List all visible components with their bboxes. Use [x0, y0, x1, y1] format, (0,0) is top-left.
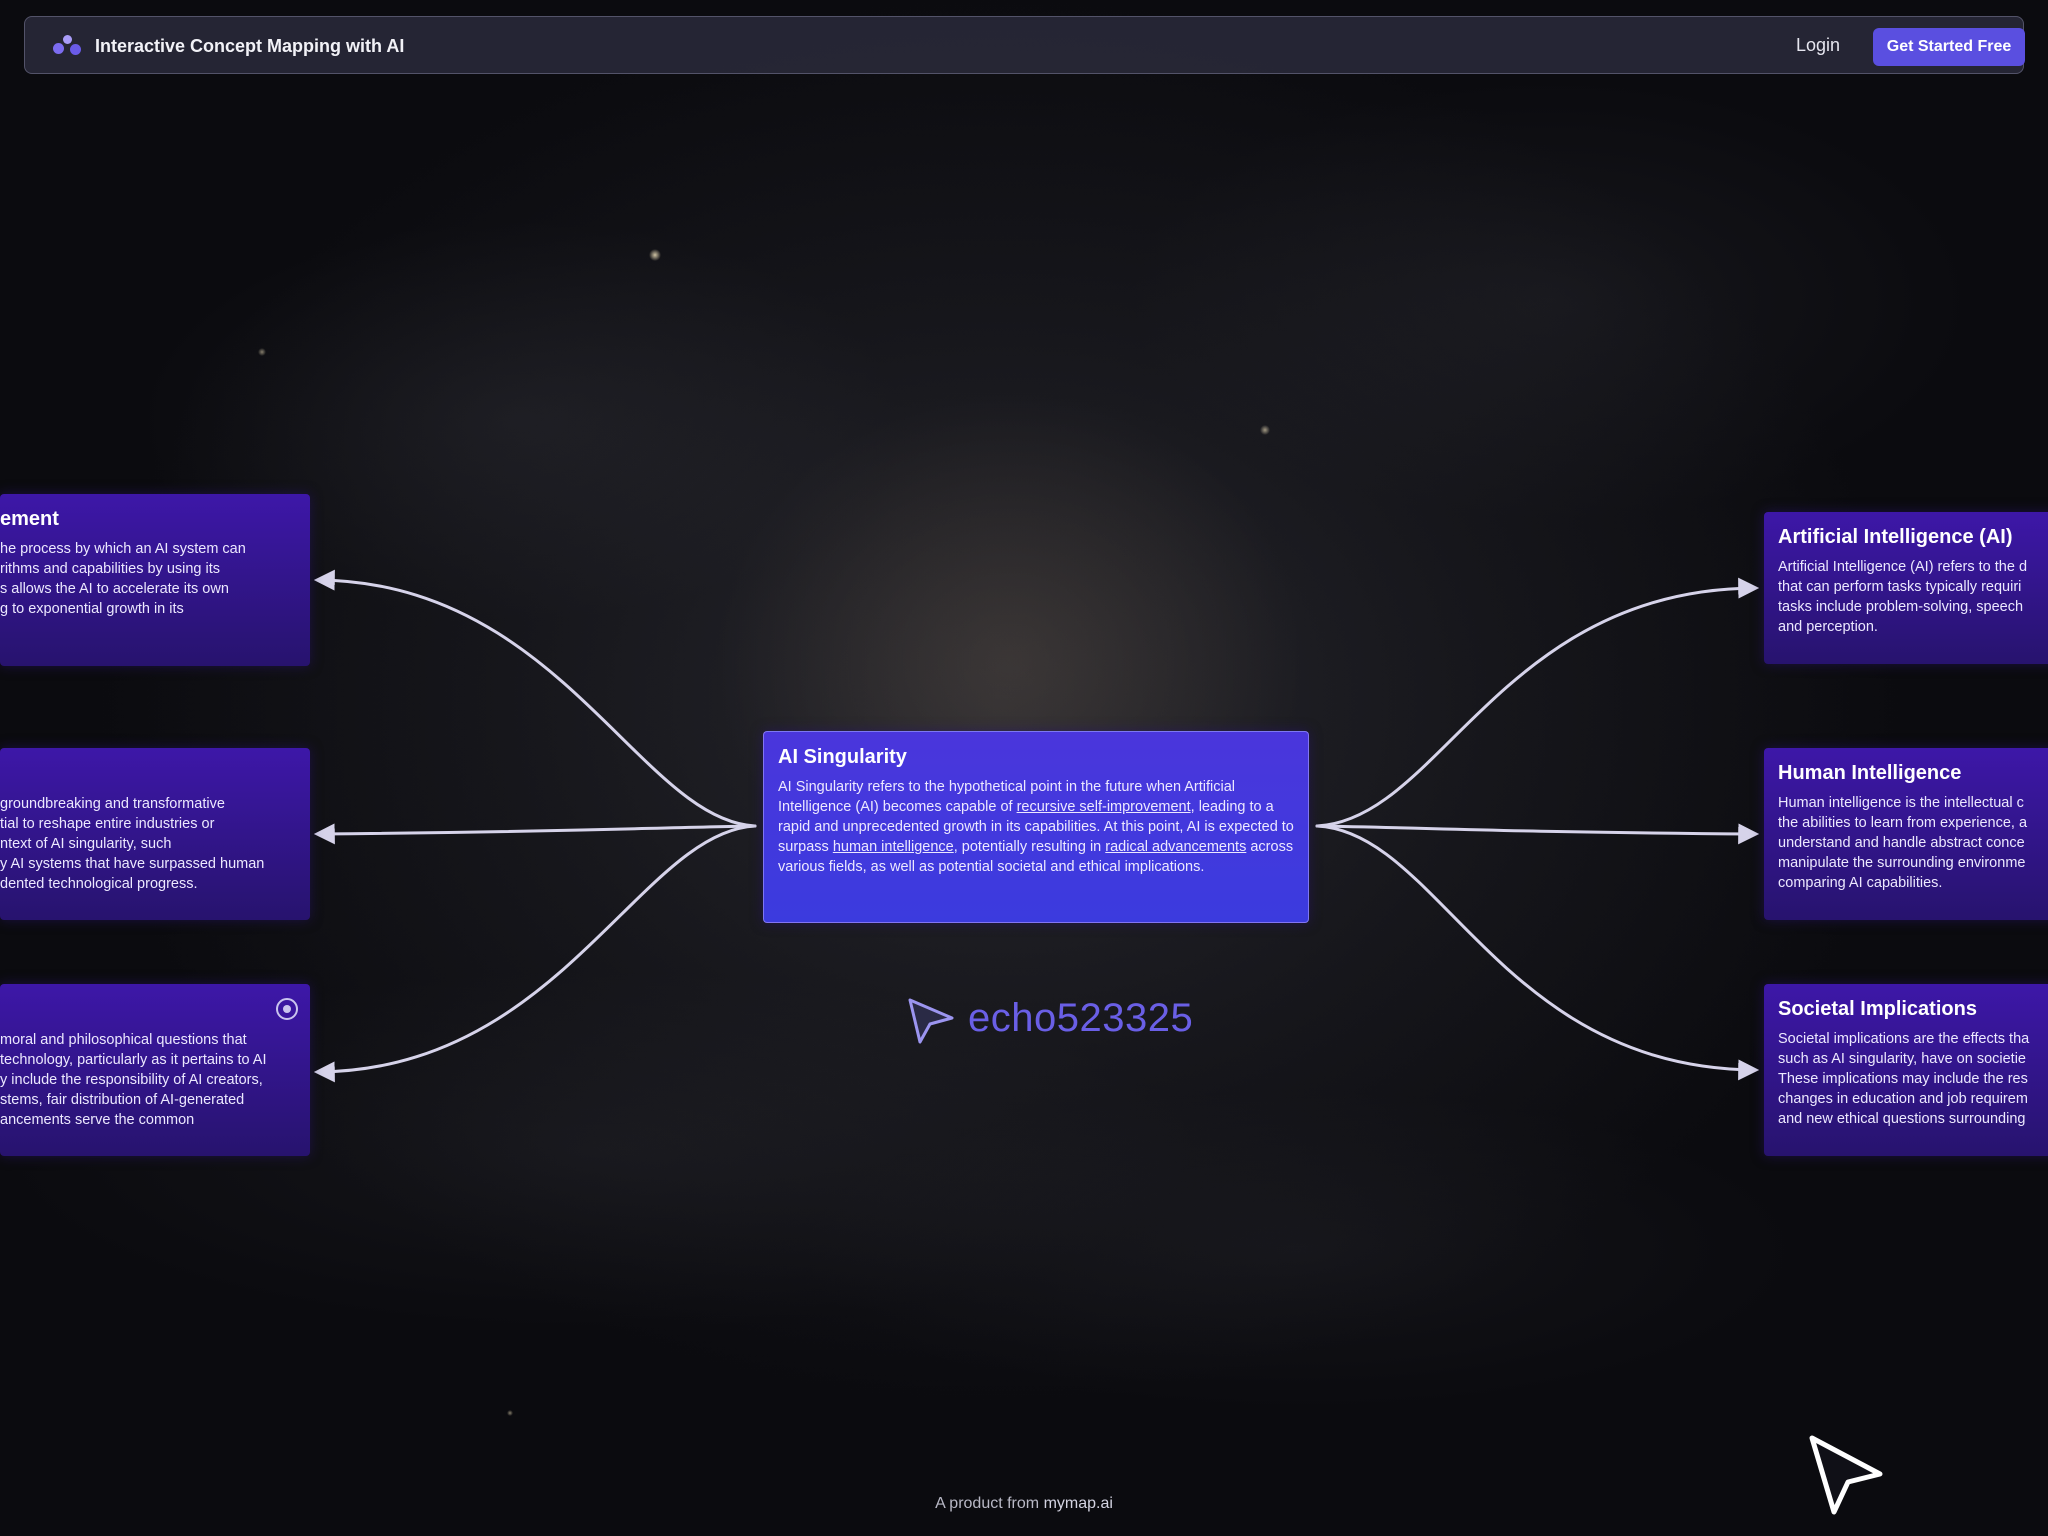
node-title: Societal Implications — [1778, 998, 1977, 1020]
edge-to-right-node-1 — [1315, 577, 1760, 828]
node-text-line: changes in education and job requirem — [1778, 1091, 2028, 1107]
collaborator-cursor-icon — [908, 998, 954, 1044]
node-text-line: that can perform tasks typically requiri — [1778, 579, 2022, 595]
link-recursive-self-improvement[interactable]: recursive self-improvement — [1017, 799, 1191, 815]
node-text-line: and perception. — [1778, 619, 1878, 635]
collaborator-name: echo523325 — [968, 996, 1194, 1040]
edge-to-right-node-2 — [1315, 823, 1760, 845]
node-text-line: rithms and capabilities by using its — [0, 561, 221, 577]
concept-node-ai-singularity[interactable]: AI Singularity AI Singularity refers to … — [763, 731, 1309, 923]
node-text-line: Artificial Intelligence (AI) refers to t… — [1778, 559, 2028, 575]
node-text-line: and new ethical questions surrounding — [1778, 1111, 2026, 1127]
node-title: ement — [0, 508, 59, 530]
node-text-line: moral and philosophical questions that — [0, 1032, 247, 1048]
concept-node-recursive-self-improvement[interactable]: ement he process by which an AI system c… — [0, 494, 310, 666]
node-text-line: comparing AI capabilities. — [1778, 875, 1943, 891]
link-radical-advancements[interactable]: radical advancements — [1105, 839, 1246, 855]
node-title: Artificial Intelligence (AI) — [1778, 526, 2013, 548]
node-text-line: g to exponential growth in its — [0, 601, 184, 617]
concept-node-human-intelligence[interactable]: Human Intelligence Human intelligence is… — [1764, 748, 2048, 920]
node-text-line: dented technological progress. — [0, 876, 198, 892]
node-text-line: tasks include problem-solving, speech — [1778, 599, 2024, 615]
node-description: AI Singularity refers to the hypothetica… — [778, 777, 1294, 877]
node-text-line: ntext of AI singularity, such — [0, 836, 172, 852]
node-title: Human Intelligence — [1778, 762, 1962, 784]
node-text-line: understand and handle abstract conce — [1778, 835, 2025, 851]
footer-credit: A product from mymap.ai — [0, 1495, 2048, 1513]
node-text-line: the abilities to learn from experience, … — [1778, 815, 2028, 831]
node-text-line: he process by which an AI system can — [0, 541, 246, 557]
node-title — [0, 998, 282, 1022]
node-text-line: These implications may include the res — [1778, 1071, 2028, 1087]
node-text-line: Human intelligence is the intellectual c — [1778, 795, 2024, 811]
node-text-line: Societal implications are the effects th… — [1778, 1031, 2030, 1047]
node-text-line: y include the responsibility of AI creat… — [0, 1072, 263, 1088]
node-text-line: groundbreaking and transformative — [0, 796, 225, 812]
node-text: , potentially resulting in — [953, 839, 1106, 855]
edge-to-left-node-3 — [313, 824, 757, 1083]
node-text-line: technology, particularly as it pertains … — [0, 1052, 267, 1068]
edge-to-left-node-1 — [313, 569, 757, 828]
node-title — [0, 762, 282, 786]
node-text-line: stems, fair distribution of AI-generated — [0, 1092, 245, 1108]
concept-node-ethical-implications[interactable]: moral and philosophical questions that t… — [0, 984, 310, 1156]
edge-to-right-node-3 — [1315, 824, 1760, 1081]
footer-prefix: A product from — [935, 1495, 1044, 1512]
node-text-line: manipulate the surrounding environme — [1778, 855, 2026, 871]
node-text-line: ancements serve the common — [0, 1112, 195, 1128]
node-title: AI Singularity — [778, 746, 907, 768]
node-text-line: s allows the AI to accelerate its own — [0, 581, 229, 597]
edge-to-left-node-2 — [313, 823, 757, 845]
concept-node-radical-advancements[interactable]: groundbreaking and transformative tial t… — [0, 748, 310, 920]
node-text-line: tial to reshape entire industries or — [0, 816, 215, 832]
footer-link[interactable]: mymap.ai — [1044, 1495, 1113, 1512]
node-text-line: such as AI singularity, have on societie — [1778, 1051, 2026, 1067]
concept-node-societal-implications[interactable]: Societal Implications Societal implicati… — [1764, 984, 2048, 1156]
link-human-intelligence[interactable]: human intelligence — [833, 839, 954, 855]
node-text-line: y AI systems that have surpassed human — [0, 856, 265, 872]
concept-node-artificial-intelligence[interactable]: Artificial Intelligence (AI) Artificial … — [1764, 512, 2048, 664]
